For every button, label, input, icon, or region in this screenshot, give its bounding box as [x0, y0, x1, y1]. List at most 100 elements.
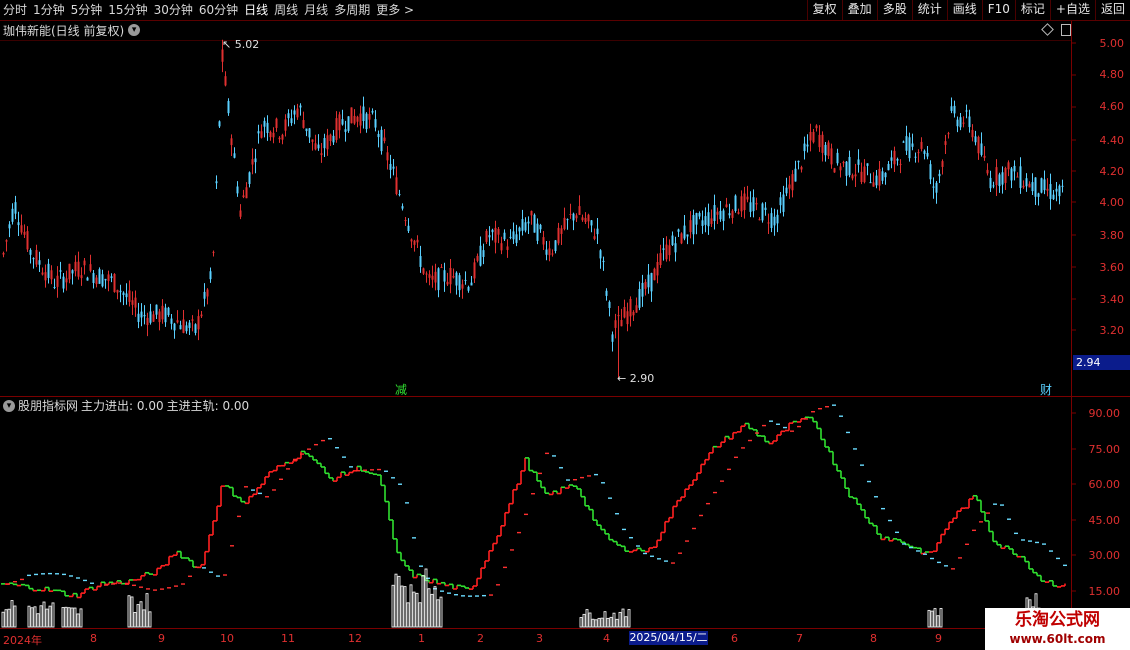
candle-body — [233, 153, 236, 158]
candle-body — [443, 270, 446, 282]
candle-body — [572, 213, 575, 221]
window-icon[interactable] — [1061, 24, 1071, 36]
candle-body — [890, 157, 893, 161]
candle-body — [581, 217, 584, 221]
candle-body — [998, 174, 1001, 187]
candle-body — [518, 227, 521, 232]
candle-body — [1022, 185, 1025, 188]
candle-body — [764, 207, 767, 211]
candle-body — [254, 158, 257, 163]
candle-body — [281, 134, 284, 140]
candle-body — [641, 282, 644, 297]
candle-body — [113, 274, 116, 293]
signal-bar — [51, 602, 55, 628]
candle-body — [773, 216, 776, 226]
candle-body — [485, 230, 488, 242]
signal-bar — [33, 606, 37, 628]
signal-bar — [42, 601, 46, 628]
candle-body — [473, 262, 476, 279]
candle-body — [683, 225, 686, 239]
indicator-y-label: 75.00 — [1088, 443, 1121, 456]
candle-body — [566, 219, 569, 221]
candle-body — [350, 107, 353, 124]
signal-bar — [585, 609, 589, 628]
candle-body — [1010, 168, 1013, 181]
indicator-y-label: 60.00 — [1088, 478, 1121, 491]
chart-canvas[interactable] — [0, 0, 1130, 650]
candle-body — [677, 229, 680, 232]
candle-body — [455, 272, 458, 286]
signal-bar — [433, 586, 437, 628]
candle-body — [1046, 188, 1049, 191]
candle-body — [692, 215, 695, 235]
signal-bar — [139, 601, 143, 628]
candle-body — [758, 219, 761, 221]
x-label: 2024年 — [3, 634, 42, 647]
y-label: 3.80 — [1099, 229, 1125, 242]
candle-body — [674, 243, 677, 253]
candle-body — [899, 163, 902, 165]
candle-body — [839, 166, 842, 171]
candle-body — [728, 213, 731, 216]
candle-body — [818, 134, 821, 148]
candle-body — [344, 129, 347, 132]
candle-body — [860, 171, 863, 182]
candle-body — [548, 248, 551, 256]
signal-bar — [597, 617, 601, 628]
candle-body — [206, 289, 209, 297]
candle-body — [86, 277, 89, 281]
candle-body — [215, 181, 218, 184]
candle-body — [854, 174, 857, 177]
candle-body — [800, 167, 803, 170]
candle-body — [137, 313, 140, 322]
candle-body — [917, 152, 920, 154]
chevron-down-icon[interactable]: ▾ — [128, 24, 141, 36]
candle-body — [1007, 162, 1010, 170]
candle-body — [710, 218, 713, 224]
candle-body — [437, 268, 440, 291]
candle-body — [185, 325, 188, 332]
candle-body — [413, 240, 416, 245]
signal-bar — [397, 575, 401, 628]
candle-body — [911, 143, 914, 147]
candle-body — [224, 76, 227, 86]
candle-body — [746, 196, 749, 200]
candle-body — [872, 182, 875, 187]
candle-body — [329, 134, 332, 142]
candle-body — [335, 118, 338, 140]
candle-body — [98, 269, 101, 284]
candle-body — [83, 260, 86, 266]
candle-body — [2, 252, 5, 255]
candle-body — [725, 204, 728, 207]
candle-body — [536, 223, 539, 241]
candle-body — [23, 231, 26, 235]
x-label: 12 — [348, 632, 362, 645]
indicator-y-label: 15.00 — [1088, 585, 1121, 598]
candle-body — [908, 137, 911, 159]
candle-body — [980, 143, 983, 155]
candle-body — [740, 196, 743, 212]
candle-body — [698, 213, 701, 217]
candle-body — [458, 275, 461, 291]
candle-body — [272, 132, 275, 138]
signal-bar — [427, 588, 431, 628]
reduce-marker[interactable]: 减 — [395, 381, 407, 398]
signal-bar — [70, 607, 74, 628]
candle-body — [395, 177, 398, 195]
candle-body — [17, 222, 20, 226]
signal-bar — [591, 618, 595, 628]
candle-body — [410, 239, 413, 242]
signal-bar — [412, 591, 416, 628]
candle-body — [191, 319, 194, 321]
candle-body — [836, 152, 839, 164]
watermark-title: 乐淘公式网 — [1015, 610, 1100, 630]
chevron-down-icon[interactable]: ▾ — [3, 399, 15, 412]
signal-bar — [409, 584, 413, 628]
candle-body — [116, 289, 119, 293]
candle-body — [59, 270, 62, 272]
finance-marker[interactable]: 财 — [1040, 381, 1052, 398]
candle-body — [383, 137, 386, 142]
candle-body — [983, 155, 986, 158]
candle-body — [638, 289, 641, 308]
candle-body — [164, 307, 167, 323]
